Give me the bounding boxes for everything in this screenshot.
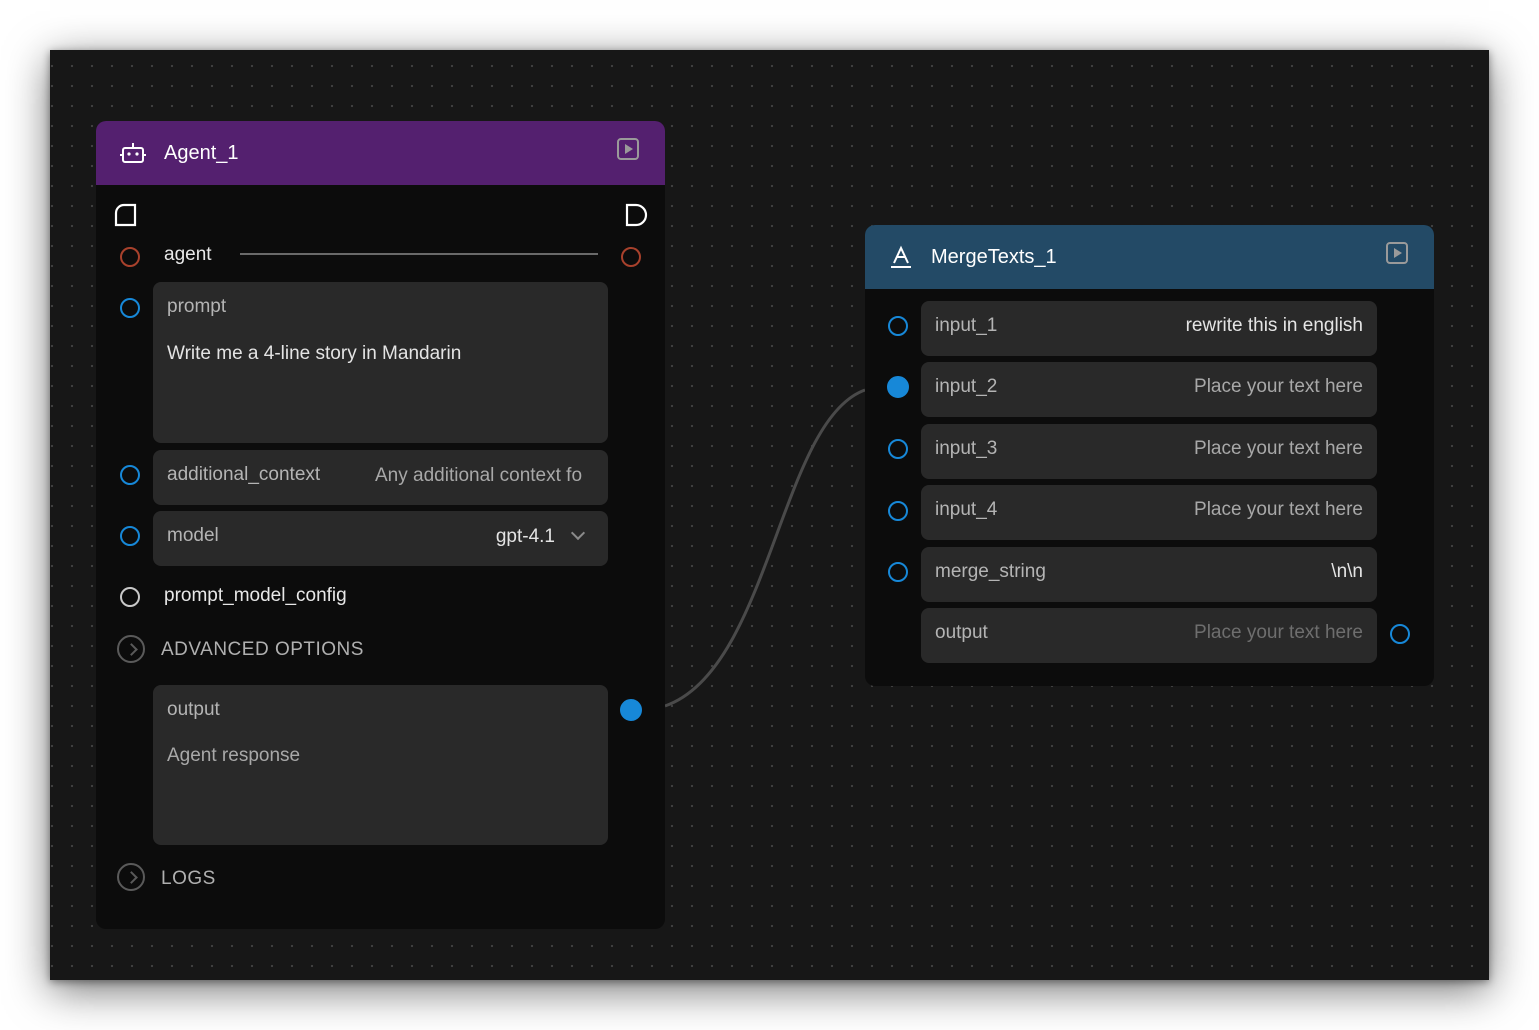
input-4-label: input_4: [935, 499, 998, 520]
merge-string-handle[interactable]: [888, 562, 908, 582]
additional-context-handle[interactable]: [120, 465, 140, 485]
logs-toggle[interactable]: LOGS: [161, 868, 216, 890]
merge-node-header[interactable]: MergeTexts_1: [865, 225, 1434, 289]
input-1-value[interactable]: rewrite this in english: [1186, 315, 1363, 337]
prompt-model-config-handle[interactable]: [120, 587, 140, 607]
prompt-model-config-label: prompt_model_config: [164, 585, 347, 606]
advanced-options-toggle[interactable]: ADVANCED OPTIONS: [161, 639, 364, 661]
prompt-value[interactable]: Write me a 4-line story in Mandarin: [167, 343, 461, 365]
agent-node[interactable]: Agent_1 agent prompt Write me a 4-line s…: [96, 121, 665, 929]
chevron-right-icon[interactable]: [117, 863, 145, 891]
merge-node-title: MergeTexts_1: [931, 245, 1057, 268]
input-3-label: input_3: [935, 438, 998, 459]
prompt-handle[interactable]: [120, 298, 140, 318]
robot-icon: [120, 141, 146, 165]
input-2-field[interactable]: input_2 Place your text here: [921, 362, 1377, 417]
run-node-icon[interactable]: [1386, 242, 1408, 264]
merge-output-label: output: [935, 622, 988, 643]
merge-string-field[interactable]: merge_string \n\n: [921, 547, 1377, 602]
merge-string-label: merge_string: [935, 561, 1046, 582]
input-1-label: input_1: [935, 315, 998, 336]
run-node-icon[interactable]: [617, 138, 639, 160]
additional-context-label: additional_context: [167, 464, 321, 485]
input-1-field[interactable]: input_1 rewrite this in english: [921, 301, 1377, 356]
flow-out-handle-icon[interactable]: [624, 203, 648, 232]
input-3-placeholder[interactable]: Place your text here: [1194, 438, 1363, 460]
agent-label: agent: [164, 244, 212, 265]
agent-input-handle[interactable]: [120, 247, 140, 267]
agent-divider: [240, 253, 598, 255]
additional-context-field[interactable]: additional_context Any additional contex…: [153, 450, 608, 505]
input-3-handle[interactable]: [888, 439, 908, 459]
flow-in-handle-icon[interactable]: [114, 203, 138, 232]
input-4-placeholder[interactable]: Place your text here: [1194, 499, 1363, 521]
merge-output-placeholder: Place your text here: [1194, 622, 1363, 643]
prompt-field[interactable]: prompt Write me a 4-line story in Mandar…: [153, 282, 608, 443]
input-1-handle[interactable]: [888, 316, 908, 336]
input-4-handle[interactable]: [888, 501, 908, 521]
workflow-canvas[interactable]: Agent_1 agent prompt Write me a 4-line s…: [50, 50, 1489, 980]
text-format-icon: [889, 245, 913, 269]
model-handle[interactable]: [120, 526, 140, 546]
model-select[interactable]: model gpt-4.1: [153, 511, 608, 566]
agent-output-field: output Agent response: [153, 685, 608, 845]
additional-context-placeholder[interactable]: Any additional context fo: [375, 465, 595, 487]
input-4-field[interactable]: input_4 Place your text here: [921, 485, 1377, 540]
model-value: gpt-4.1: [495, 526, 555, 547]
input-2-label: input_2: [935, 376, 998, 397]
prompt-label: prompt: [167, 296, 227, 317]
agent-node-header[interactable]: Agent_1: [96, 121, 665, 185]
input-2-handle[interactable]: [887, 376, 909, 398]
chevron-down-icon[interactable]: [570, 525, 586, 541]
merge-output-field: output Place your text here: [921, 608, 1377, 663]
input-2-placeholder[interactable]: Place your text here: [1194, 376, 1363, 398]
merge-texts-node[interactable]: MergeTexts_1 input_1 rewrite this in eng…: [865, 225, 1434, 686]
agent-output-label: output: [167, 699, 220, 720]
input-3-field[interactable]: input_3 Place your text here: [921, 424, 1377, 479]
merge-output-handle[interactable]: [1390, 624, 1410, 644]
agent-response-handle[interactable]: [620, 699, 642, 721]
chevron-right-icon[interactable]: [117, 635, 145, 663]
model-label: model: [167, 525, 219, 546]
merge-string-value[interactable]: \n\n: [1331, 561, 1363, 583]
agent-node-title: Agent_1: [164, 141, 239, 164]
agent-output-handle[interactable]: [621, 247, 641, 267]
agent-output-placeholder: Agent response: [167, 745, 301, 766]
